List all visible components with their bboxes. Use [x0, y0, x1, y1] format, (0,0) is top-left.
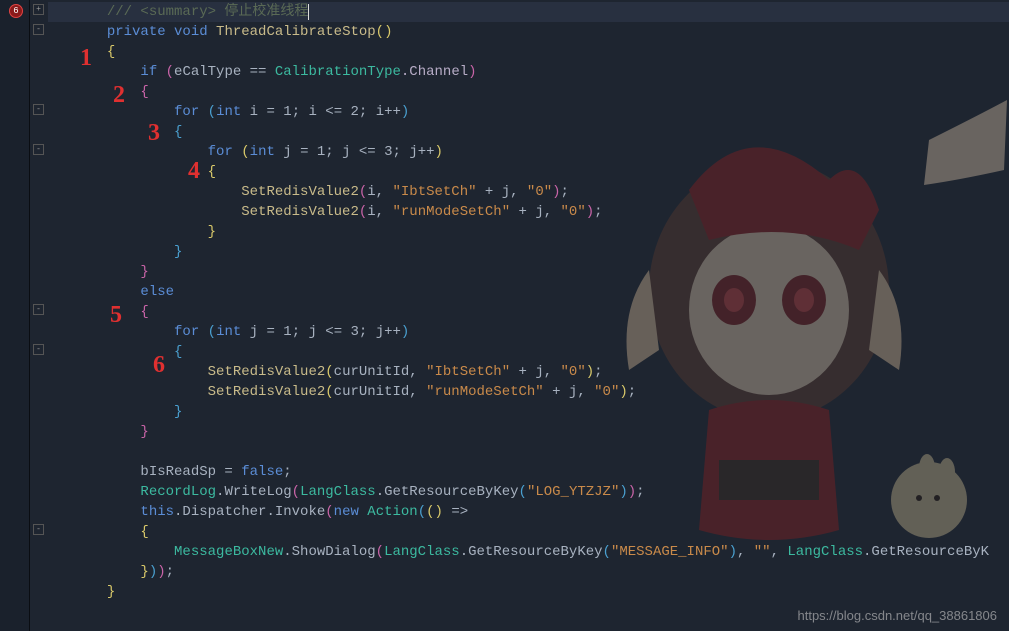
code-line[interactable]: { [48, 522, 1009, 542]
code-line[interactable]: { [48, 122, 1009, 142]
code-line[interactable]: } [48, 402, 1009, 422]
watermark: https://blog.csdn.net/qq_38861806 [798, 608, 998, 623]
fold-icon[interactable]: - [33, 524, 44, 535]
fold-icon[interactable]: - [33, 144, 44, 155]
code-line[interactable]: SetRedisValue2(i, "runModeSetCh" + j, "0… [48, 202, 1009, 222]
fold-icon[interactable]: - [33, 304, 44, 315]
code-line[interactable]: this.Dispatcher.Invoke(new Action(() => [48, 502, 1009, 522]
breakpoint-marker[interactable]: 6 [9, 4, 23, 18]
code-line[interactable]: } [48, 262, 1009, 282]
comment-text: /// <summary> 停止校准线程 [107, 4, 309, 20]
fold-icon[interactable]: + [33, 4, 44, 15]
code-line[interactable]: bIsReadSp = false; [48, 462, 1009, 482]
code-editor: 6 + - - - - - - 1 2 3 4 5 6 /// <summary… [0, 0, 1009, 631]
code-line[interactable]: for (int j = 1; j <= 3; j++) [48, 322, 1009, 342]
fold-icon[interactable]: - [33, 344, 44, 355]
code-line[interactable]: SetRedisValue2(curUnitId, "IbtSetCh" + j… [48, 362, 1009, 382]
code-line[interactable]: SetRedisValue2(curUnitId, "runModeSetCh"… [48, 382, 1009, 402]
code-line[interactable]: } [48, 582, 1009, 602]
fold-icon[interactable]: - [33, 24, 44, 35]
code-line[interactable]: { [48, 162, 1009, 182]
code-line[interactable]: } [48, 242, 1009, 262]
code-line[interactable]: { [48, 42, 1009, 62]
code-line[interactable]: })); [48, 562, 1009, 582]
fold-icon[interactable]: - [33, 104, 44, 115]
gutter: 6 [0, 0, 30, 631]
code-line[interactable]: RecordLog.WriteLog(LangClass.GetResource… [48, 482, 1009, 502]
code-line[interactable]: } [48, 222, 1009, 242]
code-line[interactable]: for (int j = 1; j <= 3; j++) [48, 142, 1009, 162]
code-line[interactable]: /// <summary> 停止校准线程 [48, 2, 1009, 22]
code-area[interactable]: 1 2 3 4 5 6 /// <summary> 停止校准线程 private… [48, 0, 1009, 631]
code-line[interactable]: } [48, 422, 1009, 442]
code-line[interactable]: if (eCalType == CalibrationType.Channel) [48, 62, 1009, 82]
code-line[interactable] [48, 442, 1009, 462]
code-line[interactable]: else [48, 282, 1009, 302]
code-line[interactable]: { [48, 82, 1009, 102]
breakpoint-count: 6 [13, 6, 18, 16]
fold-column: + - - - - - - [30, 0, 48, 631]
code-line[interactable]: { [48, 342, 1009, 362]
code-line[interactable]: { [48, 302, 1009, 322]
code-line[interactable]: MessageBoxNew.ShowDialog(LangClass.GetRe… [48, 542, 1009, 562]
code-line[interactable]: SetRedisValue2(i, "IbtSetCh" + j, "0"); [48, 182, 1009, 202]
code-line[interactable]: for (int i = 1; i <= 2; i++) [48, 102, 1009, 122]
code-line[interactable]: private void ThreadCalibrateStop() [48, 22, 1009, 42]
